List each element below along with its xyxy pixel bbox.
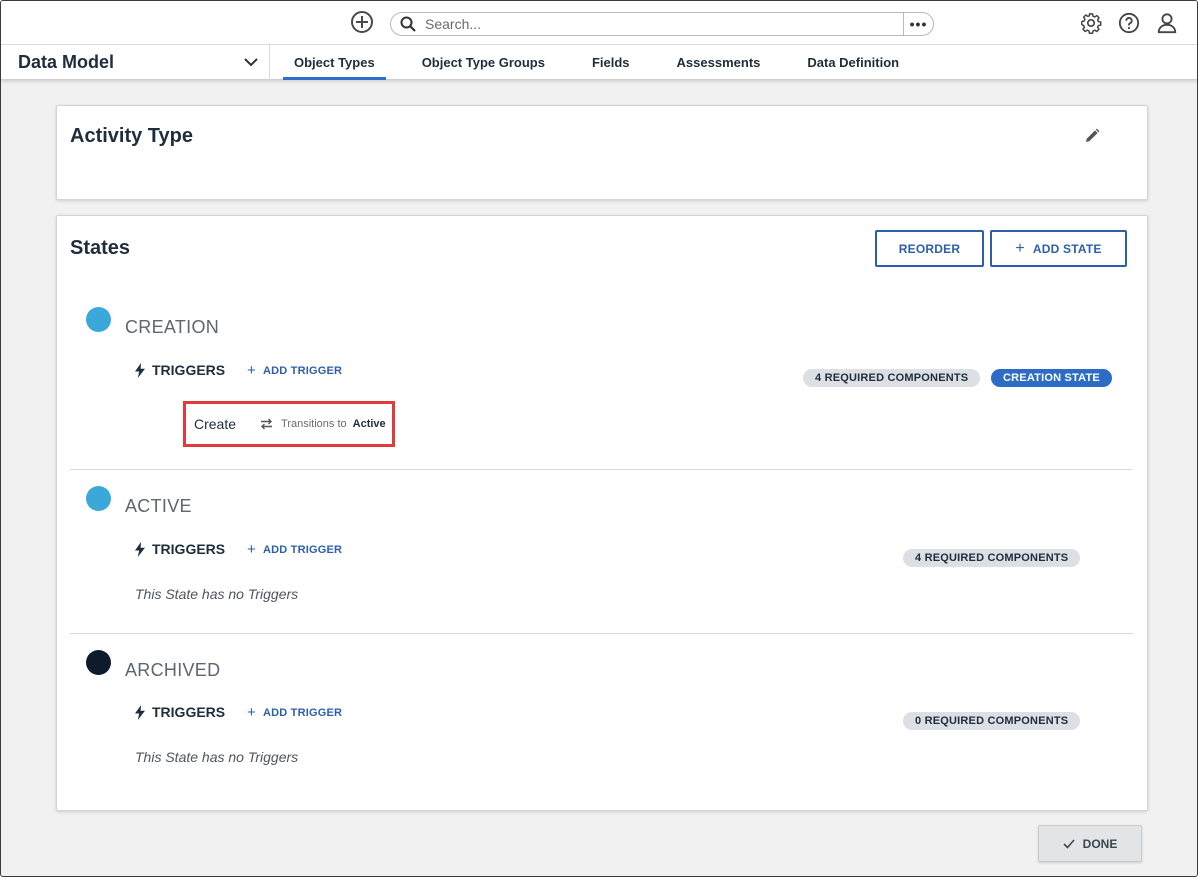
done-button[interactable]: DONE xyxy=(1038,825,1142,862)
app-window: ••• Data Model Object Types Object Type … xyxy=(0,0,1198,877)
done-label: DONE xyxy=(1082,836,1118,851)
tab-object-types[interactable]: Object Types xyxy=(283,45,386,80)
plus-icon: + xyxy=(247,541,256,558)
state-color-dot xyxy=(86,307,111,332)
state-color-dot xyxy=(86,486,111,511)
tab-bar: Object Types Object Type Groups Fields A… xyxy=(283,45,935,80)
add-state-button[interactable]: + ADD STATE xyxy=(990,230,1127,267)
add-trigger-label: ADD TRIGGER xyxy=(262,364,343,377)
search-bar[interactable]: ••• xyxy=(390,12,934,36)
state-divider xyxy=(70,469,1133,470)
triggers-label: TRIGGERS xyxy=(134,541,225,557)
transitions-to-label: Transitions to xyxy=(281,418,347,430)
transition-target: Active xyxy=(352,418,386,430)
tab-object-type-groups[interactable]: Object Type Groups xyxy=(411,45,556,80)
no-triggers-message: This State has no Triggers xyxy=(135,749,299,765)
add-trigger-button[interactable]: + ADD TRIGGER xyxy=(247,542,342,557)
checkmark-icon xyxy=(1063,838,1075,849)
nav-bar: Data Model Object Types Object Type Grou… xyxy=(1,45,1197,80)
triggers-label: TRIGGERS xyxy=(134,362,225,378)
trigger-item-create[interactable]: Create Transitions to Active xyxy=(183,401,395,447)
add-trigger-button[interactable]: + ADD TRIGGER xyxy=(247,705,342,720)
triggers-label: TRIGGERS xyxy=(134,704,225,720)
triggers-label-text: TRIGGERS xyxy=(152,362,226,378)
no-triggers-message: This State has no Triggers xyxy=(135,586,299,602)
user-profile-icon[interactable] xyxy=(1155,11,1179,35)
states-title: States xyxy=(70,237,131,259)
state-color-dot xyxy=(86,650,111,675)
add-circle-icon[interactable] xyxy=(351,11,373,33)
app-name: Data Model xyxy=(18,52,115,72)
plus-icon: + xyxy=(1015,239,1025,257)
lightning-bolt-icon xyxy=(135,362,145,378)
add-state-label: ADD STATE xyxy=(1032,241,1102,256)
triggers-label-text: TRIGGERS xyxy=(152,704,226,720)
state-name-creation[interactable]: CREATION xyxy=(125,317,219,338)
search-input[interactable] xyxy=(425,14,903,34)
creation-state-badge: CREATION STATE xyxy=(991,369,1112,387)
state-name-active[interactable]: ACTIVE xyxy=(125,496,192,517)
required-components-badge: 4 REQUIRED COMPONENTS xyxy=(903,549,1081,567)
trigger-name[interactable]: Create xyxy=(194,416,236,432)
object-type-card xyxy=(56,105,1148,200)
object-type-title: Activity Type xyxy=(70,125,193,147)
state-name-archived[interactable]: ARCHIVED xyxy=(125,660,220,681)
reorder-button[interactable]: REORDER xyxy=(875,230,984,267)
required-components-badge: 0 REQUIRED COMPONENTS xyxy=(903,712,1081,730)
tab-assessments[interactable]: Assessments xyxy=(666,45,772,80)
tab-fields[interactable]: Fields xyxy=(581,45,641,80)
app-selector[interactable]: Data Model xyxy=(1,45,270,80)
lightning-bolt-icon xyxy=(135,541,145,557)
state-divider xyxy=(70,633,1133,634)
help-icon[interactable] xyxy=(1117,11,1141,35)
chevron-down-icon xyxy=(233,58,269,67)
lightning-bolt-icon xyxy=(135,704,145,720)
add-trigger-label: ADD TRIGGER xyxy=(262,543,343,556)
settings-gear-icon[interactable] xyxy=(1079,11,1103,35)
plus-icon: + xyxy=(247,362,256,379)
triggers-label-text: TRIGGERS xyxy=(152,541,226,557)
required-components-badge: 4 REQUIRED COMPONENTS xyxy=(803,369,981,387)
pencil-edit-icon[interactable] xyxy=(1084,128,1102,146)
reorder-label: REORDER xyxy=(898,241,961,256)
add-trigger-button[interactable]: + ADD TRIGGER xyxy=(247,363,342,378)
add-trigger-label: ADD TRIGGER xyxy=(262,706,343,719)
transition-arrows-icon xyxy=(260,418,273,430)
top-bar: ••• xyxy=(1,1,1197,45)
search-icon xyxy=(391,16,425,32)
plus-icon: + xyxy=(247,704,256,721)
more-options-button[interactable]: ••• xyxy=(903,13,933,35)
tab-data-definition[interactable]: Data Definition xyxy=(796,45,910,80)
